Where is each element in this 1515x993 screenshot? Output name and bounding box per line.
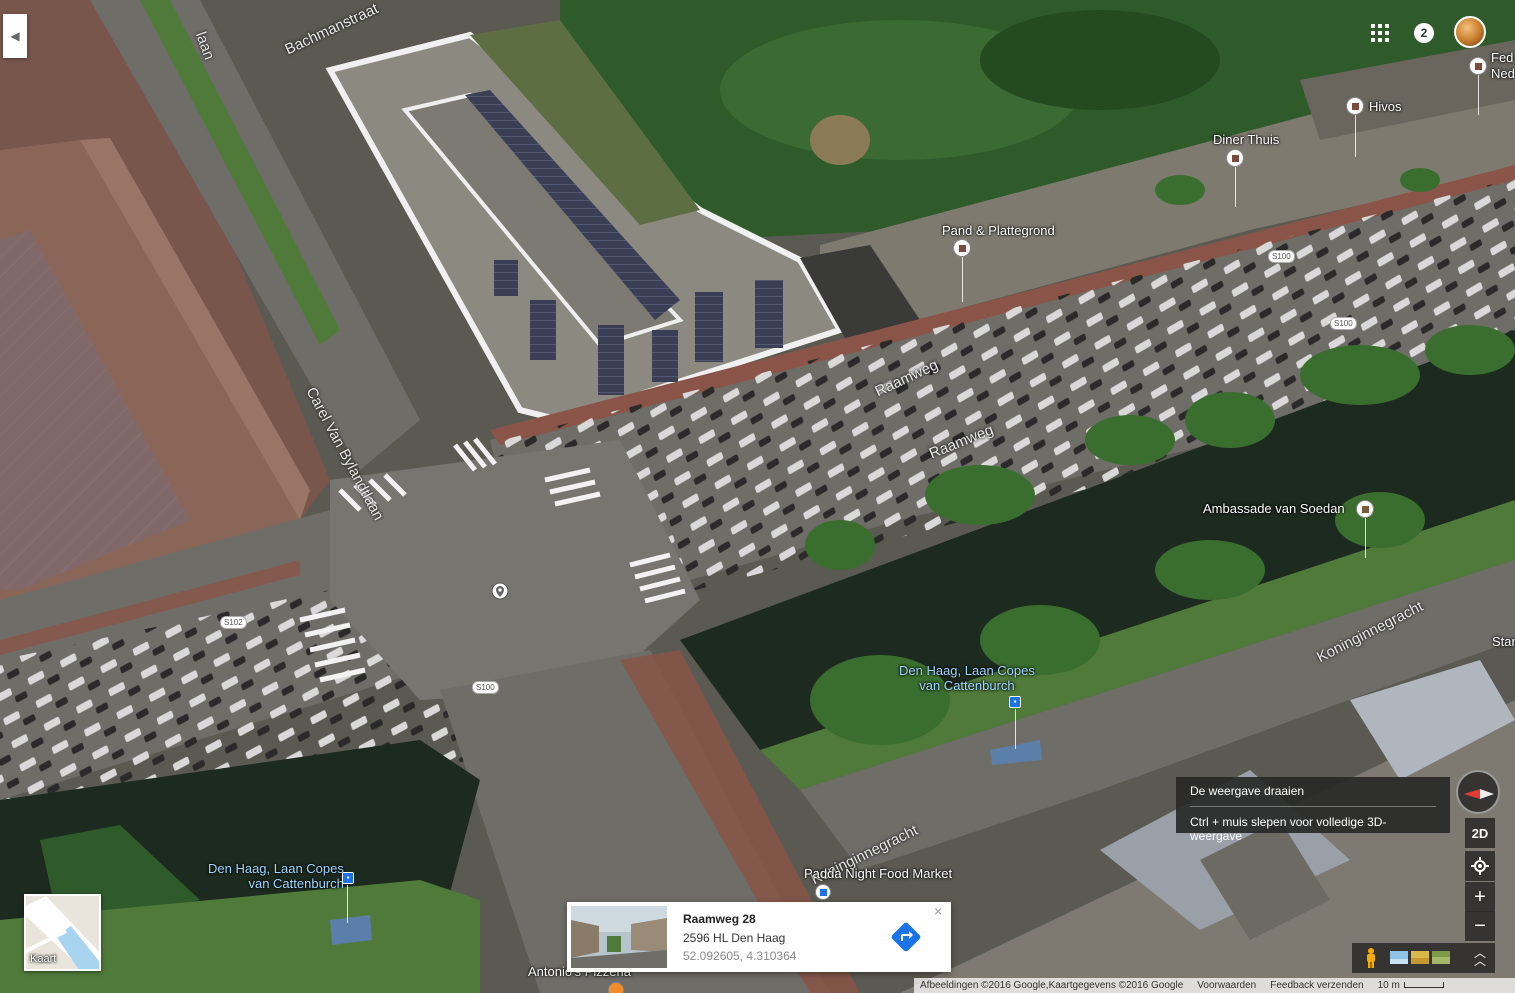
poi-marker-icon[interactable] [1346,97,1364,115]
place-title: Raamweg 28 [683,912,756,926]
rotate-view-tooltip: De weergave draaien Ctrl + muis slepen v… [1176,777,1450,843]
poi-marker-icon[interactable] [1469,57,1487,75]
account-avatar[interactable] [1454,16,1486,48]
poi-stem [1355,115,1356,157]
restaurant-icon[interactable] [608,982,624,993]
zoom-out-button[interactable]: − [1465,911,1495,941]
poi-label-diner-thuis[interactable]: Diner Thuis [1213,132,1279,147]
tooltip-hint: Ctrl + muis slepen voor volledige 3D-wee… [1190,806,1436,843]
pegman-icon[interactable] [1364,948,1378,968]
poi-stem [1015,709,1016,749]
imagery-thumbnail-icon[interactable] [1432,951,1450,964]
directions-icon[interactable] [891,922,921,952]
compass-rotate-control[interactable] [1456,770,1500,814]
location-pin-icon[interactable] [491,582,509,602]
poi-label-padda-night-food-market[interactable]: Padda Night Food Market [804,866,952,881]
road-shield-s100: S100 [472,681,499,694]
notifications-badge[interactable]: 2 [1414,23,1434,43]
chevron-left-icon: ◀ [10,29,20,43]
toggle-2d-button[interactable]: 2D [1465,818,1495,848]
scale-bar [1403,982,1444,988]
zoom-in-button[interactable]: + [1465,882,1495,912]
embassy-icon[interactable] [1356,500,1374,518]
poi-label-pand-plattegrond[interactable]: Pand & Plattegrond [942,223,1055,238]
place-info-card[interactable]: Raamweg 28 2596 HL Den Haag 52.092605, 4… [567,902,951,972]
satellite-map[interactable]: Bachmanstraat laan Carel Van Bylandtlaan… [0,0,1515,993]
road-shield-s100: S100 [1330,317,1357,330]
attribution-bar: Afbeeldingen ©2016 Google,Kaartgegevens … [914,978,1515,993]
my-location-button[interactable] [1465,851,1495,881]
poi-stem [1478,75,1479,115]
poi-stem [962,257,963,302]
crosshair-icon [1471,857,1489,875]
send-feedback-link[interactable]: Feedback verzenden [1270,980,1363,991]
collapse-side-panel-button[interactable]: ◀ [3,14,27,58]
poi-label-hivos[interactable]: Hivos [1369,99,1402,114]
poi-label-transit-stop[interactable]: Den Haag, Laan Copes van Cattenburch [899,663,1035,693]
scale-indicator[interactable]: 10 m [1378,980,1444,991]
map-type-label: Kaart [30,953,57,965]
place-address: 2596 HL Den Haag [683,931,786,945]
imagery-thumbnail-icon[interactable] [1411,951,1429,964]
road-shield-s100: S100 [1268,250,1295,263]
poi-label-transit-stop[interactable]: Den Haag, Laan Copes van Cattenburch [208,861,344,891]
terms-link[interactable]: Voorwaarden [1197,980,1256,991]
road-shield-s102: S102 [220,616,247,629]
compass-needle-icon [1464,789,1480,799]
tram-stop-icon[interactable]: ▪ [1009,696,1021,708]
poi-stem [1235,167,1236,207]
poi-stem [347,885,348,923]
tram-stop-icon[interactable]: ▪ [342,872,354,884]
imagery-controls: ︿ ︿ [1352,943,1495,973]
poi-label-fed[interactable]: Fed Ned [1491,50,1515,82]
aerial-imagery [0,0,1515,993]
imagery-thumbnail-icon[interactable] [1390,951,1408,964]
close-card-button[interactable]: × [934,903,942,919]
poi-label-ambassade-van-soedan[interactable]: Ambassade van Soedan [1203,501,1345,516]
street-view-thumbnail[interactable] [571,906,667,968]
place-coordinates[interactable]: 52.092605, 4.310364 [683,949,796,963]
shopping-bag-icon[interactable] [815,884,831,900]
imagery-attribution: Afbeeldingen ©2016 Google,Kaartgegevens … [920,980,1184,991]
expand-up-icon[interactable]: ︿ ︿ [1474,947,1486,967]
poi-label-star[interactable]: Star [1492,634,1515,649]
apps-grid-icon[interactable] [1371,24,1389,42]
map-type-toggle[interactable]: Kaart [24,894,101,971]
tooltip-title: De weergave draaien [1190,784,1305,798]
poi-marker-icon[interactable] [1226,149,1244,167]
poi-marker-icon[interactable] [953,239,971,257]
poi-stem [1365,518,1366,558]
